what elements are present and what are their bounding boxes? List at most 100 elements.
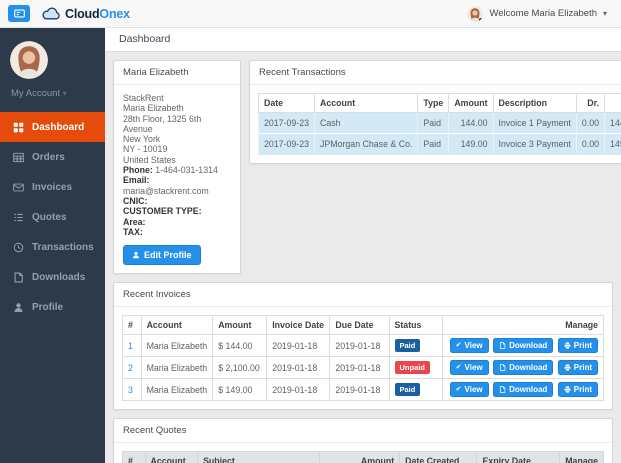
printer-icon: [564, 364, 571, 371]
column-header: Date Created: [399, 451, 478, 463]
invoice-amount: $ 149.00: [212, 378, 268, 402]
invoice-row: 1 Maria Elizabeth $ 144.00 2019-01-18 20…: [122, 334, 605, 358]
column-header: Date: [258, 93, 315, 113]
print-button[interactable]: Print: [557, 338, 598, 354]
sidebar-item-downloads[interactable]: Downloads: [0, 262, 105, 292]
cnic-field: CNIC:: [123, 195, 148, 206]
edit-profile-button[interactable]: Edit Profile: [123, 245, 201, 266]
download-file-icon: [499, 386, 506, 393]
sidebar-item-label: Profile: [32, 301, 64, 313]
recent-transactions-title: Recent Transactions: [250, 61, 621, 85]
country: United States: [123, 154, 176, 165]
tx-date: 2017-09-23: [258, 133, 315, 155]
invoice-row: 3 Maria Elizabeth $ 149.00 2019-01-18 20…: [122, 378, 605, 402]
tx-account: JPMorgan Chase & Co.: [313, 133, 419, 155]
sidebar-item-dashboard[interactable]: Dashboard: [0, 112, 105, 142]
column-header: Invoice Date: [266, 315, 331, 336]
invoice-account: Maria Elizabeth: [140, 356, 214, 380]
column-header: #: [122, 451, 146, 463]
customer-type-field: CUSTOMER TYPE:: [123, 206, 202, 217]
orders-icon: [13, 152, 24, 163]
my-account-dropdown[interactable]: My Account ▾: [11, 88, 105, 99]
status-badge: Paid: [394, 383, 421, 397]
check-icon: ✔: [455, 364, 462, 372]
cloudonex-portal: CloudOnex Welcome Maria Elizabeth ▾ My A…: [0, 0, 621, 463]
column-header: Account: [140, 315, 214, 336]
sidebar-nav: Dashboard Orders Invoices Quotes Transac…: [0, 112, 105, 322]
main-content: Dashboard Maria Elizabeth StackRent Mari…: [105, 28, 621, 463]
view-button[interactable]: ✔ View: [449, 360, 489, 376]
user-menu[interactable]: Welcome Maria Elizabeth ▾: [467, 5, 607, 22]
printer-icon: [564, 386, 571, 393]
brand-logo[interactable]: CloudOnex: [41, 7, 130, 21]
sidebar-item-orders[interactable]: Orders: [0, 142, 105, 172]
column-header: Expiry Date: [476, 451, 561, 463]
tx-description: Invoice 3 Payment: [492, 133, 577, 155]
recent-transactions-card: Recent Transactions Date Account Type Am…: [249, 60, 621, 164]
contact-name: Maria Elizabeth: [123, 103, 184, 114]
email-field: Email: maria@stackrent.com: [123, 175, 209, 196]
download-button[interactable]: Download: [493, 360, 554, 376]
brand-name: CloudOnex: [65, 6, 130, 21]
invoice-due-date: 2019-01-18: [329, 378, 390, 402]
column-header: Amount: [212, 315, 268, 336]
welcome-label: Welcome Maria Elizabeth: [489, 8, 597, 19]
recent-quotes-title: Recent Quotes: [114, 419, 612, 444]
sidebar-item-invoices[interactable]: Invoices: [0, 172, 105, 202]
print-button[interactable]: Print: [557, 382, 598, 398]
invoice-date: 2019-01-18: [266, 334, 331, 358]
tax-field: TAX:: [123, 226, 143, 237]
tx-dr: 0.00: [575, 112, 606, 134]
cloud-logo-icon: [41, 7, 62, 21]
invoice-number-link[interactable]: 1: [128, 341, 133, 351]
downloads-icon: [13, 271, 24, 283]
quotes-table: # Account Subject Amount Date Created Ex…: [122, 451, 604, 463]
sidebar-item-label: Invoices: [32, 181, 73, 193]
invoice-row: 2 Maria Elizabeth $ 2,100.00 2019-01-18 …: [122, 356, 605, 380]
status-badge: Paid: [394, 339, 421, 353]
status-badge: Unpaid: [394, 361, 430, 375]
tx-account: Cash: [313, 112, 419, 134]
invoice-account: Maria Elizabeth: [140, 334, 214, 358]
top-header: CloudOnex Welcome Maria Elizabeth ▾: [0, 0, 621, 28]
person-icon: [132, 251, 140, 259]
column-header: Manage: [441, 315, 605, 336]
invoice-amount: $ 144.00: [212, 334, 268, 358]
invoice-date: 2019-01-18: [266, 378, 331, 402]
invoice-number-link[interactable]: 3: [128, 385, 133, 395]
sidebar-toggle-button[interactable]: [8, 5, 30, 22]
recent-quotes-card: Recent Quotes # Account Subject Amount D…: [113, 418, 613, 463]
column-header: Cr.: [604, 93, 621, 113]
zip: NY - 10019: [123, 144, 168, 155]
tx-cr: 144.00: [604, 112, 621, 134]
address-line: 28th Floor, 1325 6th Avenue: [123, 113, 202, 134]
invoice-account: Maria Elizabeth: [140, 378, 214, 402]
sidebar: My Account ▾ Dashboard Orders Invoices Q…: [0, 28, 105, 463]
column-header: Subject: [197, 451, 321, 463]
column-header: Manage: [559, 451, 604, 463]
user-avatar: [467, 5, 484, 22]
column-header: Status: [388, 315, 443, 336]
column-header: Description: [492, 93, 577, 113]
column-header: #: [122, 315, 142, 336]
quotes-icon: [13, 212, 24, 223]
invoice-date: 2019-01-18: [266, 356, 331, 380]
invoice-number-link[interactable]: 2: [128, 363, 133, 373]
view-button[interactable]: ✔ View: [449, 382, 489, 398]
check-icon: ✔: [455, 342, 462, 350]
profile-icon: [13, 302, 24, 313]
sidebar-item-transactions[interactable]: Transactions: [0, 232, 105, 262]
status-dot: [479, 17, 484, 22]
sidebar-item-profile[interactable]: Profile: [0, 292, 105, 322]
sidebar-avatar: [10, 41, 48, 79]
tx-date: 2017-09-23: [258, 112, 315, 134]
download-button[interactable]: Download: [493, 382, 554, 398]
sidebar-item-label: Quotes: [32, 211, 67, 223]
download-button[interactable]: Download: [493, 338, 554, 354]
print-button[interactable]: Print: [557, 360, 598, 376]
check-icon: ✔: [455, 386, 462, 394]
invoice-amount: $ 2,100.00: [212, 356, 268, 380]
my-account-label: My Account: [11, 88, 61, 99]
sidebar-item-quotes[interactable]: Quotes: [0, 202, 105, 232]
view-button[interactable]: ✔ View: [449, 338, 489, 354]
